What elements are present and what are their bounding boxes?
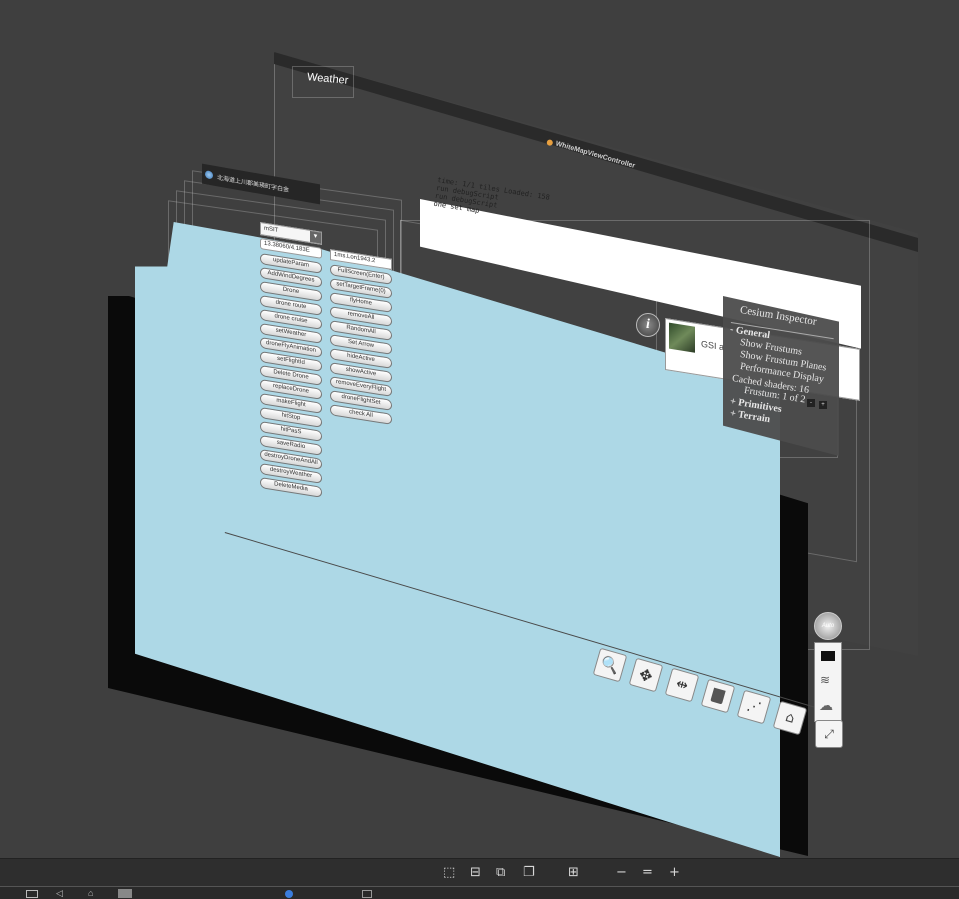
imagery-thumbnail [669,322,695,353]
weather-label: Weather [306,71,349,87]
cloud-icon[interactable]: ☁ [819,698,833,714]
breakpoints-icon[interactable]: ◁ [56,888,63,899]
chevron-down-icon: ▼ [310,230,321,244]
show-constraints-icon[interactable]: ⊟ [470,865,481,880]
orient-view-icon[interactable]: ⊞ [568,865,579,880]
location-icon[interactable] [285,890,293,898]
info-button[interactable]: i [636,313,660,337]
zoom-in-icon[interactable]: + [669,865,680,880]
info-icon: i [646,317,650,332]
share-icon: ⋰ [745,697,763,717]
map-layer-icon[interactable] [821,651,835,661]
frustum-prev-icon[interactable]: - [807,399,815,407]
magnifier-icon: 🔍 [598,653,622,677]
weather-view[interactable]: Weather [292,66,354,98]
change-view-order-icon[interactable]: ⧉ [496,865,505,880]
home-icon: ⌂ [783,709,797,727]
expand-icon[interactable]: ⤢ [815,720,843,748]
auto-button[interactable]: Auto [814,612,842,640]
memory-icon[interactable] [362,890,372,898]
pan-arrows-icon: ⇹ [674,675,690,695]
debug-bar [0,886,959,899]
continue-icon[interactable]: ⌂ [88,888,93,898]
debug-toggle-icon[interactable] [26,890,38,898]
zoom-reset-icon[interactable]: = [642,865,653,880]
layer-switcher[interactable]: ≋ ☁ [814,642,842,722]
view-debugger-icon[interactable] [118,889,132,898]
control-panel: mSIT ▼ 13.38060/4.183E 1ms.Lon1943.2 upd… [260,222,400,544]
imagery-label: GSI a [701,338,725,353]
adjust-spacing-icon[interactable]: ❐ [523,865,535,880]
trash-icon [710,687,726,705]
move-icon: ✥ [636,664,656,686]
zoom-out-icon[interactable]: − [616,865,627,880]
frustum-next-icon[interactable]: + [819,401,827,409]
app-icon [205,170,213,180]
wind-layer-icon[interactable]: ≋ [820,673,830,687]
controller-icon [546,138,554,146]
show-clipped-icon[interactable]: ⬚ [443,865,455,880]
